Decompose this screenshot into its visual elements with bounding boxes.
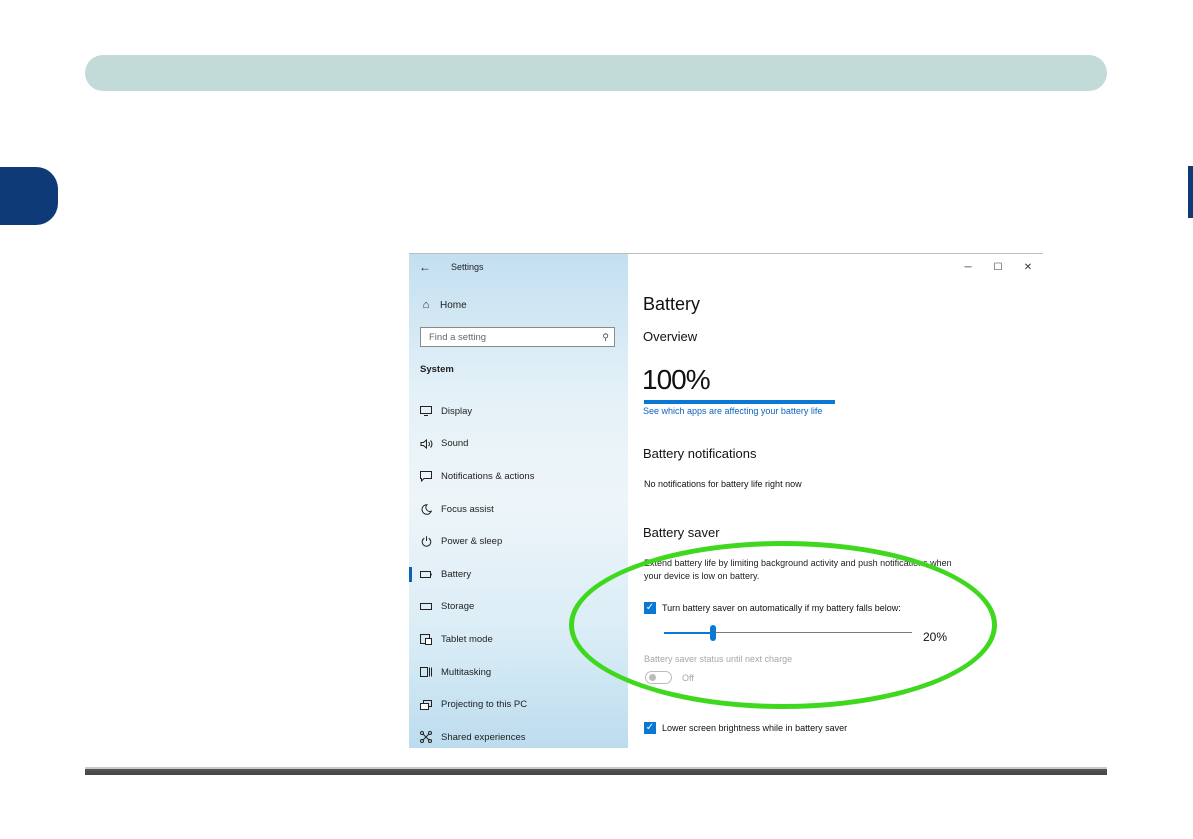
settings-window: ← Settings ⌂ Home ⚲ System Display <box>409 253 1043 748</box>
saver-status-toggle[interactable] <box>645 671 672 684</box>
nav-item-label: Battery <box>441 568 472 580</box>
search-input[interactable] <box>429 331 589 343</box>
section-label: System <box>420 364 454 375</box>
auto-saver-checkbox[interactable]: ✓ <box>644 602 656 614</box>
nav-item-display[interactable]: Display <box>409 395 628 428</box>
slider-thumb[interactable] <box>710 625 716 641</box>
lower-brightness-checkbox-row[interactable]: ✓ Lower screen brightness while in batte… <box>644 722 847 734</box>
home-icon: ⌂ <box>422 299 430 311</box>
overview-heading: Overview <box>643 329 698 344</box>
settings-nav-pane: ← Settings ⌂ Home ⚲ System Display <box>409 254 628 748</box>
back-button[interactable]: ← <box>409 254 441 280</box>
battery-usage-link[interactable]: See which apps are affecting your batter… <box>643 406 822 416</box>
page-header-banner <box>85 55 1107 91</box>
close-icon[interactable]: ✕ <box>1013 262 1043 273</box>
toggle-knob <box>649 674 656 681</box>
nav-item-shared-experiences[interactable]: Shared experiences <box>409 721 628 748</box>
nav-item-notifications[interactable]: Notifications & actions <box>409 460 628 493</box>
nav-item-projecting[interactable]: Projecting to this PC <box>409 688 628 721</box>
nav-item-label: Projecting to this PC <box>441 699 528 711</box>
battery-saver-heading: Battery saver <box>643 525 720 540</box>
nav-item-storage[interactable]: Storage <box>409 591 628 624</box>
battery-percentage: 100% <box>642 364 711 395</box>
nav-item-label: Shared experiences <box>441 731 526 743</box>
auto-saver-label: Turn battery saver on automatically if m… <box>662 603 901 613</box>
nav-item-label: Power & sleep <box>441 536 503 548</box>
maximize-icon[interactable]: ☐ <box>983 262 1013 273</box>
battery-threshold-value: 20% <box>923 630 948 644</box>
notifications-icon <box>419 470 433 482</box>
checkmark-icon: ✓ <box>645 722 655 733</box>
auto-saver-checkbox-row[interactable]: ✓ Turn battery saver on automatically if… <box>644 602 901 614</box>
nav-item-label: Sound <box>441 438 469 450</box>
battery-threshold-slider[interactable] <box>664 625 912 641</box>
power-icon <box>419 536 433 547</box>
focus-assist-icon <box>419 503 433 515</box>
settings-content: ─ ☐ ✕ Battery Overview 100% See which ap… <box>628 254 1043 748</box>
nav-item-tablet-mode[interactable]: Tablet mode <box>409 623 628 656</box>
lower-brightness-label: Lower screen brightness while in battery… <box>662 723 848 733</box>
projecting-icon <box>419 699 433 710</box>
chapter-tab <box>0 167 58 225</box>
shared-experiences-icon <box>419 731 433 744</box>
title-bar: ← Settings <box>409 254 628 280</box>
notifications-heading: Battery notifications <box>643 446 757 461</box>
display-icon <box>419 406 433 417</box>
saver-status-toggle-label: Off <box>682 673 694 683</box>
battery-level-bar <box>644 400 835 404</box>
battery-icon <box>419 570 433 578</box>
nav-item-power-sleep[interactable]: Power & sleep <box>409 525 628 558</box>
checkmark-icon: ✓ <box>645 602 655 613</box>
slider-track-filled <box>664 632 710 634</box>
back-arrow-icon: ← <box>419 260 431 274</box>
search-box: ⚲ <box>420 327 615 347</box>
window-controls: ─ ☐ ✕ <box>953 254 1043 280</box>
nav-item-label: Focus assist <box>441 503 494 515</box>
nav-item-multitasking[interactable]: Multitasking <box>409 656 628 689</box>
nav-home[interactable]: ⌂ Home <box>409 293 628 317</box>
nav-item-battery[interactable]: Battery <box>409 558 628 591</box>
nav-home-label: Home <box>440 299 467 311</box>
nav-item-label: Notifications & actions <box>441 470 535 482</box>
storage-icon <box>419 603 433 611</box>
nav-item-sound[interactable]: Sound <box>409 428 628 461</box>
multitasking-icon <box>419 667 433 678</box>
nav-item-label: Tablet mode <box>441 633 493 645</box>
nav-item-focus-assist[interactable]: Focus assist <box>409 493 628 526</box>
lower-brightness-checkbox[interactable]: ✓ <box>644 722 656 734</box>
minimize-icon[interactable]: ─ <box>953 262 983 273</box>
slider-track-empty <box>716 632 912 633</box>
tablet-mode-icon <box>419 633 433 645</box>
page-title: Battery <box>643 294 701 314</box>
notifications-status-text: No notifications for battery life right … <box>644 479 802 489</box>
page-footer-rule <box>85 767 1107 775</box>
nav-item-label: Multitasking <box>441 666 492 678</box>
battery-saver-description: Extend battery life by limiting backgrou… <box>644 558 952 581</box>
edge-marker <box>1188 166 1193 218</box>
nav-list: Display Sound Notifications & actions Fo… <box>409 395 628 748</box>
battery-level-fill <box>644 400 835 404</box>
nav-item-label: Display <box>441 405 473 417</box>
sound-icon <box>419 438 433 449</box>
nav-item-label: Storage <box>441 601 475 613</box>
saver-status-label: Battery saver status until next charge <box>644 654 793 664</box>
search-icon[interactable]: ⚲ <box>602 332 609 343</box>
app-title: Settings <box>451 262 484 272</box>
